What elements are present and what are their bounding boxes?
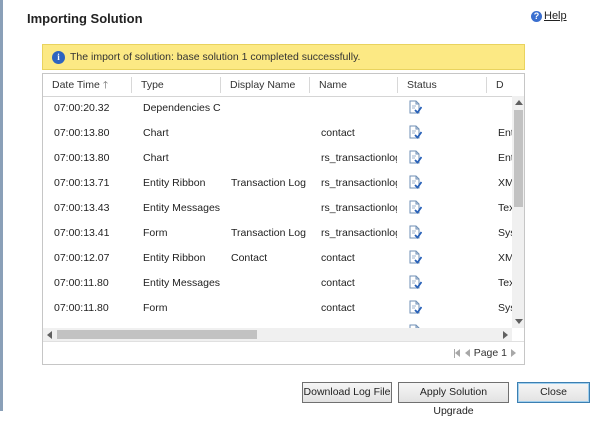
document-check-icon xyxy=(409,200,422,214)
question-icon: ? xyxy=(531,10,542,22)
table-row[interactable]: 07:00:13.71 Entity Ribbon Transaction Log r… xyxy=(43,171,512,196)
cell-date-time: 07:00:13.80 xyxy=(54,127,110,139)
cell-type: Entity Ribbon xyxy=(143,177,206,189)
cell-type: Entity Messages xyxy=(143,277,221,289)
scroll-left-icon[interactable] xyxy=(47,331,52,339)
table-row[interactable]: 07:00:11.80 Entity Messages contact Tex xyxy=(43,271,512,296)
document-check-icon xyxy=(409,125,422,139)
cell-display-name: Contact xyxy=(231,252,268,264)
import-log-grid: Date Time 🡑 Type Display Name Name Status… xyxy=(42,73,525,365)
close-button[interactable]: Close xyxy=(517,382,590,403)
scroll-up-icon[interactable] xyxy=(515,100,523,105)
cell-display-name: Transaction Log xyxy=(231,227,306,239)
cell-name xyxy=(321,96,397,121)
dialog-title: Importing Solution xyxy=(27,11,143,26)
column-header-name[interactable]: Name xyxy=(310,74,397,96)
column-header-description[interactable]: D xyxy=(487,74,512,96)
cell-description: Sys xyxy=(498,227,512,239)
table-row[interactable]: 07:00:13.80 Chart contact Ent xyxy=(43,121,512,146)
document-check-icon xyxy=(409,175,422,189)
document-check-icon xyxy=(409,225,422,239)
cell-date-time: 07:00:13.43 xyxy=(54,202,110,214)
cell-name: rs_transactionlog xyxy=(321,152,397,164)
table-row[interactable]: 07:00:12.07 Entity Ribbon Contact contact XM xyxy=(43,246,512,271)
cell-date-time: 07:00:13.41 xyxy=(54,227,110,239)
cell-description xyxy=(498,96,512,121)
cell-display-name xyxy=(231,96,309,121)
apply-upgrade-button[interactable]: Apply Solution Upgrade xyxy=(398,382,509,417)
document-check-icon xyxy=(409,250,422,264)
vertical-scrollbar[interactable] xyxy=(512,96,524,328)
cell-description: Tex xyxy=(498,202,512,214)
horizontal-scroll-thumb[interactable] xyxy=(57,330,257,339)
cell-name: contact xyxy=(321,302,355,314)
column-header-date-time[interactable]: Date Time 🡑 xyxy=(43,74,131,96)
document-check-icon xyxy=(409,100,422,114)
table-row[interactable]: 07:00:13.80 Chart rs_transactionlog Ent xyxy=(43,146,512,171)
cell-date-time: 07:00:13.80 xyxy=(54,152,110,164)
cell-name: contact xyxy=(321,277,355,289)
help-label: Help xyxy=(544,10,567,22)
cell-type: Chart xyxy=(143,152,169,164)
cell-display-name xyxy=(231,196,309,221)
cell-display-name xyxy=(231,146,309,171)
cell-description: Ent xyxy=(498,152,512,164)
table-row[interactable]: 07:00:13.41 Form Transaction Log rs_transac… xyxy=(43,221,512,246)
cell-display-name xyxy=(231,271,309,296)
cell-date-time: 07:00:20.32 xyxy=(54,102,110,114)
document-check-icon xyxy=(409,300,422,314)
previous-page-icon[interactable] xyxy=(464,349,470,357)
table-row[interactable]: 07:00:20.32 Dependencies C... xyxy=(43,96,511,121)
column-header-display-name[interactable]: Display Name xyxy=(221,74,309,96)
download-log-button[interactable]: Download Log File xyxy=(302,382,392,403)
table-row[interactable]: 07:00:11.80 Form contact Sys xyxy=(43,296,512,321)
banner-message: The import of solution: base solution 1 … xyxy=(70,51,361,63)
info-icon: i xyxy=(52,50,65,64)
first-page-icon[interactable] xyxy=(453,348,461,358)
grid-header: Date Time 🡑 Type Display Name Name Status… xyxy=(43,74,524,97)
cell-display-name xyxy=(231,296,309,321)
horizontal-scrollbar[interactable] xyxy=(43,328,512,341)
vertical-scroll-thumb[interactable] xyxy=(514,110,523,207)
cell-date-time: 07:00:13.71 xyxy=(54,177,110,189)
window-edge xyxy=(0,0,3,411)
cell-type: Dependencies C... xyxy=(143,102,221,114)
cell-display-name: Transaction Log xyxy=(231,177,306,189)
arrow-up-icon: 🡑 xyxy=(102,80,109,91)
cell-display-name xyxy=(231,121,309,146)
document-check-icon xyxy=(409,275,422,289)
column-label: Date Time xyxy=(52,79,100,91)
column-header-status[interactable]: Status xyxy=(398,74,486,96)
cell-description: Ent xyxy=(498,127,512,139)
next-page-icon[interactable] xyxy=(511,349,516,357)
cell-date-time: 07:00:11.80 xyxy=(54,302,109,314)
scroll-right-icon[interactable] xyxy=(503,331,508,339)
cell-name: contact xyxy=(321,252,355,264)
cell-name: contact xyxy=(321,127,355,139)
cell-date-time: 07:00:12.07 xyxy=(54,252,110,264)
pager: Page 1 xyxy=(453,347,516,359)
document-check-icon xyxy=(409,150,422,164)
cell-type: Entity Ribbon xyxy=(143,252,206,264)
help-link[interactable]: ? Help xyxy=(531,10,567,22)
column-header-type[interactable]: Type xyxy=(132,74,220,96)
table-row[interactable]: 07:00:13.43 Entity Messages rs_transaction… xyxy=(43,196,512,221)
page-label: Page 1 xyxy=(473,347,507,359)
cell-name: rs_transactionlog xyxy=(321,202,397,214)
success-banner: i The import of solution: base solution … xyxy=(42,44,525,70)
cell-description: XM xyxy=(498,177,512,189)
cell-type: Form xyxy=(143,302,168,314)
cell-type: Form xyxy=(143,227,168,239)
cell-name: rs_transactionlog xyxy=(321,177,397,189)
cell-type: Entity Messages xyxy=(143,202,221,214)
scroll-down-icon[interactable] xyxy=(515,319,523,324)
cell-date-time: 07:00:11.80 xyxy=(54,277,109,289)
cell-description: XM xyxy=(498,252,512,264)
cell-name: rs_transactionlog xyxy=(321,227,397,239)
grid-footer: Page 1 xyxy=(43,341,524,364)
cell-type: Chart xyxy=(143,127,169,139)
cell-description: Tex xyxy=(498,277,512,289)
cell-description: Sys xyxy=(498,302,512,314)
